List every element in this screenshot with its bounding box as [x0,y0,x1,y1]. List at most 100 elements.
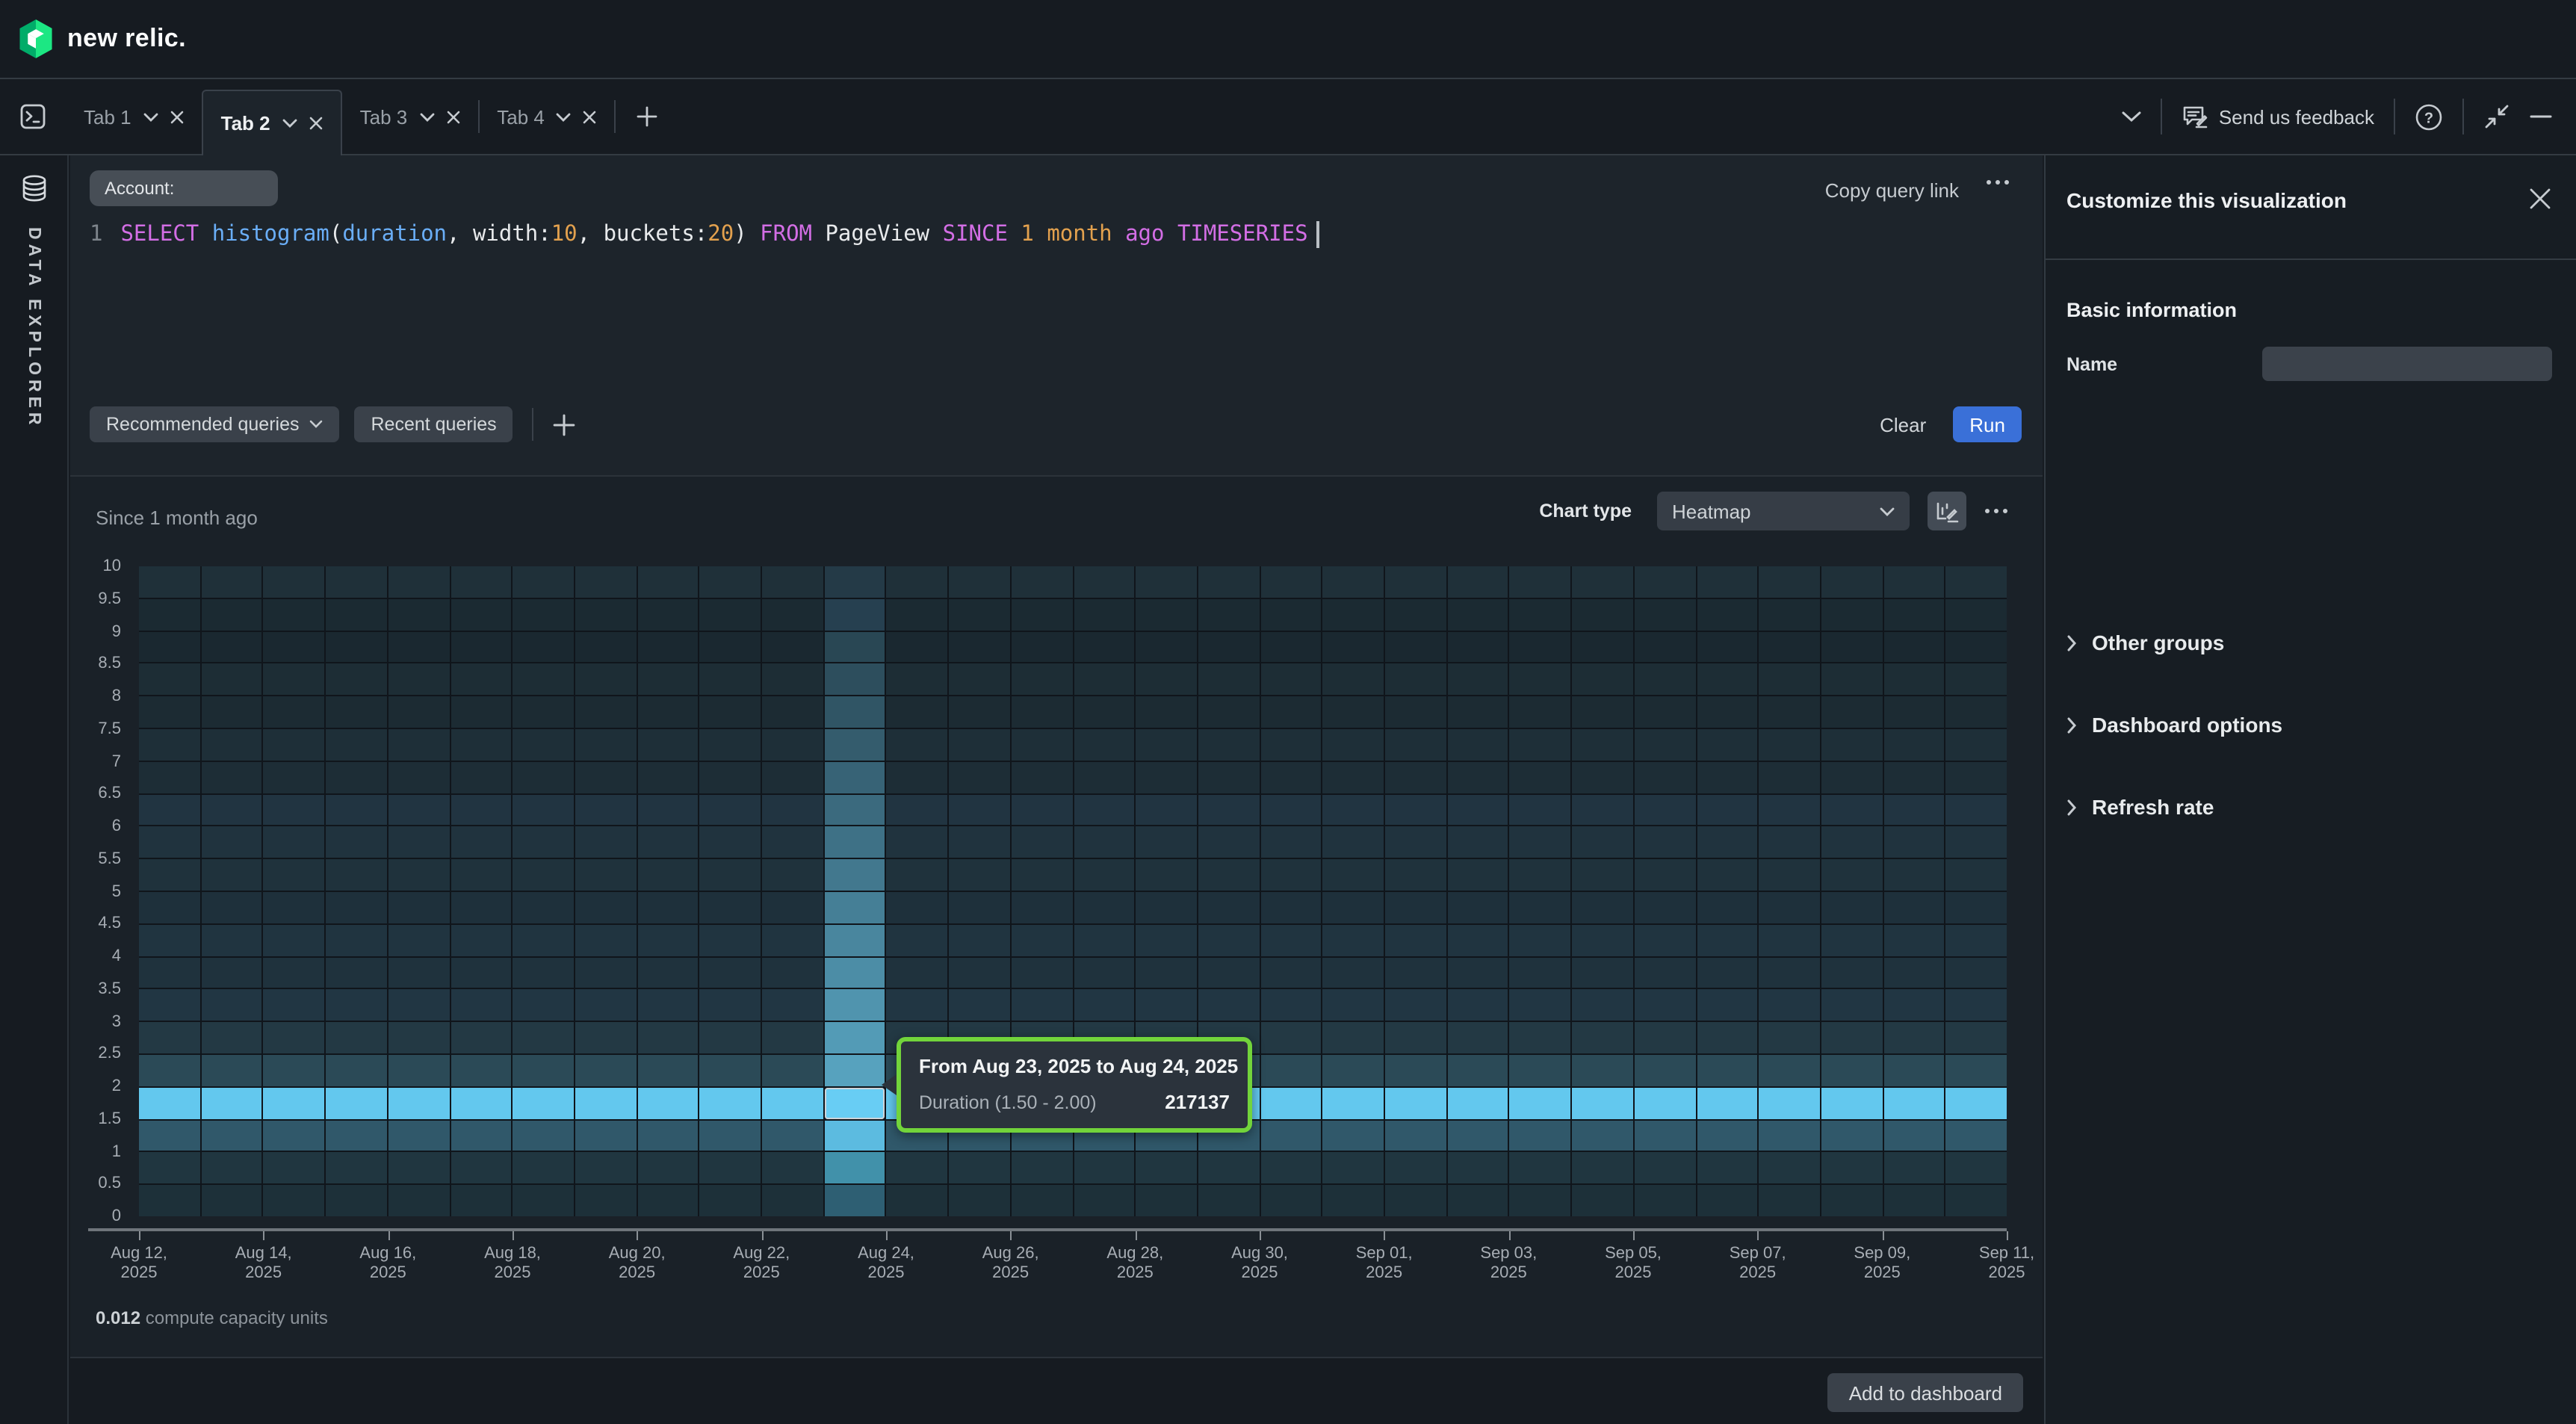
heatmap-cell[interactable] [264,729,324,761]
heatmap-cell[interactable] [575,1022,636,1053]
heatmap-cell[interactable] [637,696,698,728]
heatmap-cell[interactable] [1572,1120,1632,1151]
heatmap-cell[interactable] [1821,1022,1882,1053]
heatmap-cell[interactable] [388,599,449,631]
heatmap-cell[interactable] [513,1120,573,1151]
tab-3[interactable]: Tab 3 [342,79,478,154]
heatmap-cell[interactable] [1883,1120,1944,1151]
recent-queries-button[interactable]: Recent queries [355,406,513,442]
heatmap-cell[interactable] [1946,892,2007,923]
heatmap-cell[interactable] [513,827,573,858]
heatmap-cell[interactable] [1759,1120,1819,1151]
heatmap-cell[interactable] [1759,957,1819,988]
heatmap-cell[interactable] [700,631,761,663]
heatmap-cell[interactable] [326,729,386,761]
heatmap-cell[interactable] [1323,892,1384,923]
heatmap-cell[interactable] [1074,631,1134,663]
heatmap-cell[interactable] [513,1055,573,1086]
heatmap-cell[interactable] [575,859,636,891]
heatmap-cell[interactable] [1946,957,2007,988]
heatmap-cell[interactable] [700,925,761,956]
heatmap-cell[interactable] [637,762,698,793]
heatmap-cell[interactable] [575,827,636,858]
heatmap-cell[interactable] [1572,957,1632,988]
heatmap-cell[interactable] [513,1185,573,1216]
heatmap-cell[interactable] [1635,729,1695,761]
heatmap-cell[interactable] [1510,859,1570,891]
heatmap-cell[interactable] [949,631,1009,663]
heatmap-cell[interactable] [700,892,761,923]
heatmap-cell[interactable] [1447,1153,1508,1184]
chart-menu-dots-icon[interactable] [1984,508,2008,514]
heatmap-cell[interactable] [1883,925,1944,956]
heatmap-cell[interactable] [1198,762,1259,793]
account-selector[interactable]: Account: [90,170,278,206]
heatmap-cell[interactable] [451,1120,511,1151]
heatmap-cell[interactable] [388,925,449,956]
heatmap-cell[interactable] [1946,762,2007,793]
heatmap-cell[interactable] [575,729,636,761]
heatmap-cell[interactable] [1572,762,1632,793]
heatmap-cell[interactable] [1136,827,1196,858]
heatmap-cell[interactable] [326,1185,386,1216]
heatmap-cell[interactable] [1447,1120,1508,1151]
heatmap-cell[interactable] [1759,696,1819,728]
heatmap-cell[interactable] [1946,631,2007,663]
heatmap-cell[interactable] [1572,892,1632,923]
heatmap-cell[interactable] [575,1055,636,1086]
heatmap-cell[interactable] [1759,566,1819,598]
heatmap-cell[interactable] [949,1185,1009,1216]
heatmap-cell[interactable] [1447,957,1508,988]
heatmap-cell[interactable] [1136,892,1196,923]
heatmap-cell[interactable] [388,1120,449,1151]
heatmap-cell[interactable] [451,1088,511,1119]
heatmap-cell[interactable] [1447,827,1508,858]
heatmap-cell[interactable] [700,990,761,1021]
heatmap-cell[interactable] [1198,827,1259,858]
heatmap-cell[interactable] [1572,827,1632,858]
heatmap-cell[interactable] [824,566,885,598]
heatmap-cell[interactable] [1385,664,1446,696]
heatmap-cell[interactable] [1012,859,1072,891]
heatmap-cell[interactable] [388,957,449,988]
heatmap-cell[interactable] [1385,1120,1446,1151]
heatmap-cell[interactable] [1260,1120,1321,1151]
heatmap-cell[interactable] [1759,762,1819,793]
heatmap-cell[interactable] [1385,1185,1446,1216]
heatmap-cell[interactable] [1012,925,1072,956]
heatmap-cell[interactable] [1946,729,2007,761]
heatmap-cell[interactable] [1510,762,1570,793]
heatmap-cell[interactable] [887,925,947,956]
heatmap-cell[interactable] [762,631,823,663]
heatmap-cell[interactable] [139,925,199,956]
heatmap-cell[interactable] [575,794,636,826]
heatmap-cell[interactable] [1821,599,1882,631]
heatmap-cell[interactable] [1759,990,1819,1021]
heatmap-cell[interactable] [1260,664,1321,696]
heatmap-cell[interactable] [1635,1055,1695,1086]
heatmap-cell[interactable] [1510,729,1570,761]
heatmap-cell[interactable] [264,1120,324,1151]
heatmap-cell[interactable] [139,892,199,923]
heatmap-cell[interactable] [1821,664,1882,696]
heatmap-cell[interactable] [1260,957,1321,988]
heatmap-cell[interactable] [949,859,1009,891]
heatmap-cell[interactable] [1821,1088,1882,1119]
heatmap-cell[interactable] [139,1153,199,1184]
heatmap-cell[interactable] [1260,794,1321,826]
heatmap-cell[interactable] [949,729,1009,761]
minimize-icon[interactable] [2530,114,2552,120]
heatmap-cell[interactable] [824,957,885,988]
heatmap-cell[interactable] [824,1022,885,1053]
heatmap-cell[interactable] [451,762,511,793]
heatmap-cell[interactable] [1883,1022,1944,1053]
heatmap-cell[interactable] [637,1185,698,1216]
heatmap-cell[interactable] [1136,696,1196,728]
heatmap-cell[interactable] [575,892,636,923]
heatmap-cell[interactable] [1136,1185,1196,1216]
heatmap-cell[interactable] [264,1055,324,1086]
heatmap-cell[interactable] [1883,1153,1944,1184]
heatmap-cell[interactable] [1323,925,1384,956]
heatmap-cell[interactable] [637,827,698,858]
heatmap-cell[interactable] [326,1022,386,1053]
